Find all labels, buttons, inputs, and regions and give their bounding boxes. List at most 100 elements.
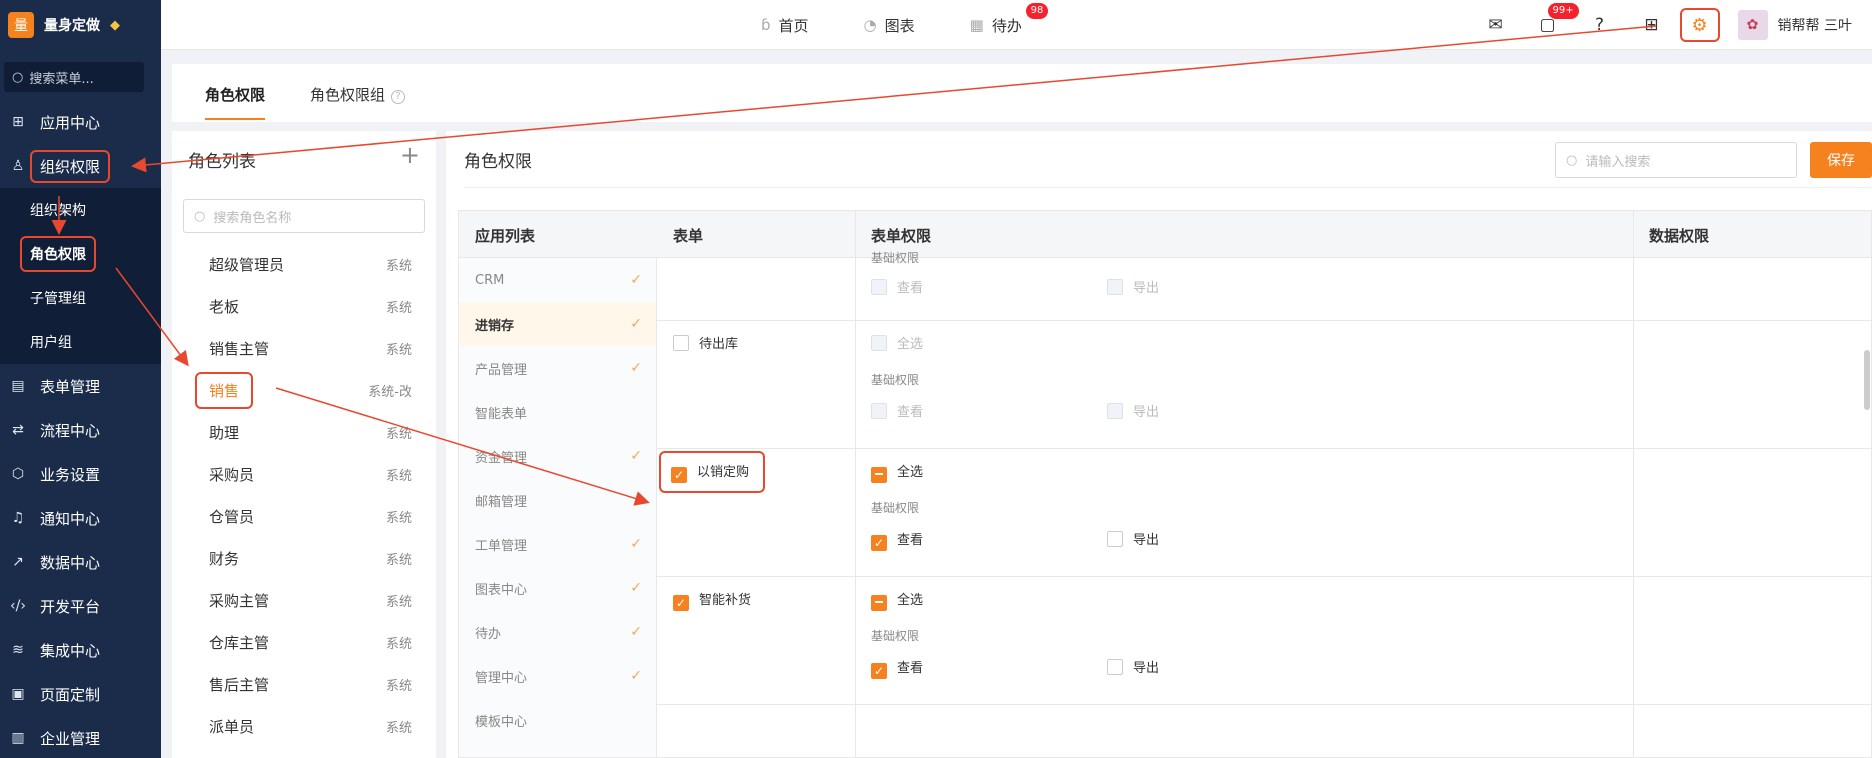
form-name[interactable]: 待出库 [673, 333, 738, 352]
save-button[interactable]: 保存 [1810, 142, 1872, 178]
code-icon: ‹/› [10, 598, 26, 614]
role-search-input[interactable]: ○ 搜索角色名称 [183, 199, 425, 233]
nav-home[interactable]: ɓ 首页 [761, 15, 809, 36]
sidebar-item-enterprise[interactable]: ▥ 企业管理 [0, 716, 161, 758]
app-item[interactable]: CRM ✓ [459, 258, 656, 302]
checkbox[interactable] [673, 335, 689, 351]
checkbox[interactable] [1107, 531, 1123, 547]
sidebar-item-flow[interactable]: ⇄ 流程中心 [0, 408, 161, 452]
nav-todo[interactable]: ▦ 待办 98 [969, 2, 1049, 36]
add-role-button[interactable]: + [400, 141, 420, 169]
user-name[interactable]: 销帮帮 三叶 [1778, 15, 1852, 35]
perm-select-all[interactable]: 全选 [871, 589, 923, 611]
role-item[interactable]: 财务 系统 [172, 537, 436, 579]
perm-export[interactable]: 导出 [1107, 529, 1159, 548]
role-item[interactable]: 售后主管 系统 [172, 663, 436, 705]
permission-grid: 应用列表 表单 表单权限 数据权限 CRM ✓ 进销存 ✓ 产品管理 ✓ 智能表单 资… [458, 210, 1872, 758]
checkbox[interactable] [1107, 659, 1123, 675]
permission-title: 角色权限 [464, 152, 532, 172]
mail-icon[interactable]: ✉ [1486, 15, 1506, 35]
app-item[interactable]: 资金管理 ✓ [459, 434, 656, 478]
scrollbar[interactable] [1864, 350, 1870, 410]
app-item[interactable]: 模板中心 [459, 698, 656, 742]
app-item[interactable]: 管理中心 ✓ [459, 654, 656, 698]
grid-icon[interactable]: ⊞ [1642, 15, 1662, 35]
role-item[interactable]: 采购主管 系统 [172, 579, 436, 621]
settings-gear-icon[interactable]: ⚙ [1679, 8, 1720, 42]
perm-select-all[interactable]: 全选 [871, 461, 923, 483]
checkbox[interactable] [1107, 279, 1123, 295]
tab-role-permission[interactable]: 角色权限 [205, 84, 266, 120]
sidebar-item-page[interactable]: ▣ 页面定制 [0, 672, 161, 716]
perm-view[interactable]: ✓ 查看 [871, 529, 923, 551]
app-item[interactable]: 邮箱管理 [459, 478, 656, 522]
sidebar-item-integration[interactable]: ≋ 集成中心 [0, 628, 161, 672]
bell-icon: ♫ [11, 510, 25, 526]
checkbox-checked[interactable]: ✓ [871, 663, 887, 679]
role-item[interactable]: 采购员 系统 [172, 453, 436, 495]
sidebar-item-dev[interactable]: ‹/› 开发平台 [0, 584, 161, 628]
menu-search-input[interactable]: ○ 搜索菜单... [4, 62, 144, 92]
check-icon: ✓ [630, 448, 642, 464]
top-nav: ɓ 首页 ◔ 图表 ▦ 待办 98 [761, 0, 1049, 50]
app-item[interactable]: 智能表单 [459, 390, 656, 434]
form-name[interactable]: ✓ 以销定购 [659, 451, 766, 493]
check-icon: ✓ [630, 668, 642, 684]
checkbox[interactable] [871, 403, 887, 419]
role-item[interactable]: 派单员 系统 [172, 705, 436, 747]
diamond-icon: ◆ [110, 17, 120, 33]
calendar-icon: ▦ [969, 16, 984, 34]
checkbox-checked[interactable]: ✓ [671, 467, 687, 483]
role-item[interactable]: 超级管理员 系统 [172, 243, 436, 285]
perm-select-all[interactable]: 全选 [871, 333, 923, 352]
app-item[interactable]: 产品管理 ✓ [459, 346, 656, 390]
app-item[interactable]: 工单管理 ✓ [459, 522, 656, 566]
checkbox-checked[interactable]: ✓ [871, 535, 887, 551]
perm-export[interactable]: 导出 [1107, 401, 1159, 420]
sidebar-item-data[interactable]: ↗ 数据中心 [0, 540, 161, 584]
tab-role-permission-group[interactable]: 角色权限组? [310, 84, 406, 105]
sidebar-subitem-org-structure[interactable]: 组织架构 [0, 188, 161, 232]
tabs-bar: 角色权限 角色权限组? [172, 64, 1872, 122]
role-item-selected[interactable]: 销售 系统-改 [172, 369, 436, 411]
checkbox-indeterminate[interactable] [871, 467, 887, 483]
todo-badge: 98 [1025, 2, 1049, 19]
check-icon: ✓ [630, 624, 642, 640]
checkbox-checked[interactable]: ✓ [673, 595, 689, 611]
role-item[interactable]: 销售主管 系统 [172, 327, 436, 369]
role-item[interactable]: 助理 系统 [172, 411, 436, 453]
sidebar-item-org[interactable]: ♙ 组织权限 [0, 144, 161, 188]
checkbox[interactable] [871, 279, 887, 295]
perm-view[interactable]: 查看 [871, 277, 923, 296]
nav-charts[interactable]: ◔ 图表 [864, 15, 915, 36]
perm-view[interactable]: 查看 [871, 401, 923, 420]
checkbox[interactable] [1107, 403, 1123, 419]
message-icon[interactable]: ▢ 99+ [1538, 3, 1579, 35]
sidebar-subitem-sub-admin[interactable]: 子管理组 [0, 276, 161, 320]
role-item[interactable]: 仓库主管 系统 [172, 621, 436, 663]
sidebar-item-business[interactable]: ⬡ 业务设置 [0, 452, 161, 496]
sidebar-item-forms[interactable]: ▤ 表单管理 [0, 364, 161, 408]
brand: 量 量身定做 ◆ [0, 0, 161, 50]
sidebar-subitem-role-perm[interactable]: 角色权限 [0, 232, 161, 276]
role-item[interactable]: 仓管员 系统 [172, 495, 436, 537]
app-item[interactable]: 待办 ✓ [459, 610, 656, 654]
help-icon[interactable]: ? [1590, 15, 1610, 35]
role-item[interactable]: 老板 系统 [172, 285, 436, 327]
app-item-selected[interactable]: 进销存 ✓ [459, 302, 656, 346]
perm-export[interactable]: 导出 [1107, 657, 1159, 676]
perm-view[interactable]: ✓ 查看 [871, 657, 923, 679]
perm-export[interactable]: 导出 [1107, 277, 1159, 296]
sidebar-item-apps[interactable]: ⊞ 应用中心 [0, 100, 161, 144]
search-icon: ○ [1566, 152, 1578, 168]
form-name[interactable]: ✓ 智能补货 [673, 589, 751, 611]
pie-chart-icon: ◔ [863, 16, 877, 34]
sidebar-item-notice[interactable]: ♫ 通知中心 [0, 496, 161, 540]
sidebar-subitem-user-group[interactable]: 用户组 [0, 320, 161, 364]
checkbox-indeterminate[interactable] [871, 595, 887, 611]
avatar[interactable]: ✿ [1737, 10, 1768, 40]
permission-search-input[interactable]: ○ 请输入搜索 [1555, 142, 1797, 178]
apps-icon: ⊞ [12, 114, 24, 130]
app-item[interactable]: 图表中心 ✓ [459, 566, 656, 610]
checkbox[interactable] [871, 335, 887, 351]
